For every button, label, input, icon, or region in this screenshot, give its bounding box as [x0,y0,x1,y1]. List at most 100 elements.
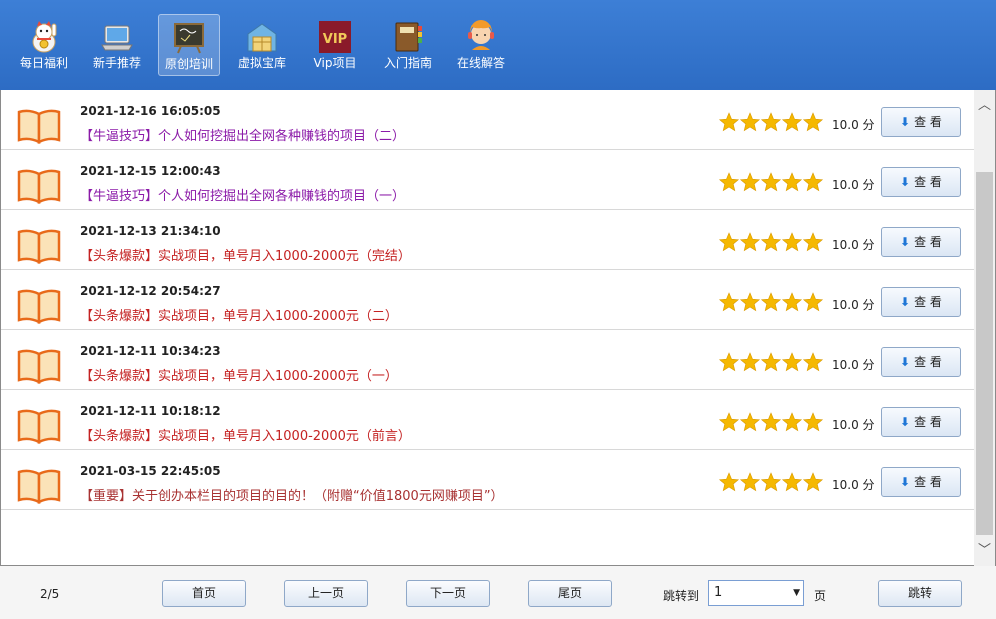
vertical-scrollbar[interactable]: ︿ ﹀ [974,90,995,566]
list-item: 2021-12-15 12:00:43 【牛逼技巧】个人如何挖掘出全网各种赚钱的项… [1,150,975,210]
view-button[interactable]: ⬇ 查 看 [881,287,961,317]
laptop-icon [101,25,133,51]
next-page-button[interactable]: 下一页 [406,580,490,607]
list-item: 2021-12-11 10:34:23 【头条爆款】实战项目，单号月入1000-2… [1,330,975,390]
view-button-label: 查 看 [914,355,942,369]
download-arrow-icon: ⬇ [900,235,911,249]
star-icon [718,472,740,492]
star-icon [739,472,761,492]
star-icon [760,472,782,492]
pagination-bar: 2/5 首页 上一页 下一页 尾页 跳转到 1 ▼ 页 跳转 [0,566,996,619]
download-arrow-icon: ⬇ [900,415,911,429]
list-item: 2021-12-11 10:18:12 【头条爆款】实战项目，单号月入1000-2… [1,390,975,450]
tool-label: 新手推荐 [92,56,141,70]
tool-online-answer[interactable]: 在线解答 [450,14,512,76]
view-button-label: 查 看 [914,415,942,429]
open-book-icon [17,289,61,324]
star-rating [718,172,824,192]
view-button-label: 查 看 [914,475,942,489]
jump-button[interactable]: 跳转 [878,580,962,607]
tool-label: 原创培训 [164,57,213,71]
item-date: 2021-12-16 16:05:05 [80,104,221,118]
tool-newbie-recommend[interactable]: 新手推荐 [86,14,148,76]
tool-virtual-treasury[interactable]: 虚拟宝库 [231,14,293,76]
item-score: 10.0 分 [832,238,875,252]
lucky-cat-icon [32,21,57,53]
view-button[interactable]: ⬇ 查 看 [881,467,961,497]
download-arrow-icon: ⬇ [900,295,911,309]
item-score: 10.0 分 [832,478,875,492]
star-rating [718,232,824,252]
star-icon [760,412,782,432]
star-icon [739,172,761,192]
article-list: 2021-12-16 16:05:05 【牛逼技巧】个人如何挖掘出全网各种赚钱的项… [0,90,996,566]
star-icon [718,112,740,132]
star-icon [781,292,803,312]
list-item: 2021-03-15 22:45:05 【重要】关于创办本栏目的项目的目的！（附赠… [1,450,975,510]
star-icon [760,232,782,252]
star-icon [739,292,761,312]
item-title[interactable]: 【牛逼技巧】个人如何挖掘出全网各种赚钱的项目（一） [80,185,405,204]
tool-label: 在线解答 [456,56,505,70]
star-rating [718,412,824,432]
view-button[interactable]: ⬇ 查 看 [881,227,961,257]
view-button-label: 查 看 [914,295,942,309]
scroll-down-icon[interactable]: ﹀ [974,541,995,561]
star-icon [760,172,782,192]
star-icon [739,112,761,132]
download-arrow-icon: ⬇ [900,115,911,129]
open-book-icon [17,469,61,504]
item-title[interactable]: 【头条爆款】实战项目，单号月入1000-2000元（前言） [80,425,411,444]
page-indicator: 2/5 [40,587,60,601]
jump-page-select[interactable]: 1 ▼ [708,580,804,606]
tool-label: 每日福利 [19,56,68,70]
tool-beginner-guide[interactable]: 入门指南 [377,14,439,76]
star-icon [802,472,824,492]
top-toolbar: 每日福利 新手推荐 原创培训 虚拟宝库 VIP Vip项目 入门指南 在线解答 [0,0,996,90]
first-page-button[interactable]: 首页 [162,580,246,607]
star-icon [760,112,782,132]
jump-to-label: 跳转到 [663,589,700,603]
prev-page-button[interactable]: 上一页 [284,580,368,607]
item-title[interactable]: 【牛逼技巧】个人如何挖掘出全网各种赚钱的项目（二） [80,125,405,144]
view-button[interactable]: ⬇ 查 看 [881,107,961,137]
view-button-label: 查 看 [914,235,942,249]
star-icon [739,232,761,252]
tool-vip-projects[interactable]: VIP Vip项目 [304,14,366,76]
tool-label: Vip项目 [313,56,357,70]
view-button-label: 查 看 [914,115,942,129]
star-icon [718,412,740,432]
open-book-icon [17,169,61,204]
star-icon [781,112,803,132]
vip-badge-text: VIP [323,32,347,47]
last-page-button[interactable]: 尾页 [528,580,612,607]
scroll-thumb[interactable] [976,172,993,535]
item-title[interactable]: 【头条爆款】实战项目，单号月入1000-2000元（二） [80,305,398,324]
page-suffix-label: 页 [814,589,827,603]
open-book-icon [17,349,61,384]
scroll-up-icon[interactable]: ︿ [974,96,995,116]
item-date: 2021-12-11 10:18:12 [80,404,221,418]
tool-daily-welfare[interactable]: 每日福利 [13,14,75,76]
item-score: 10.0 分 [832,358,875,372]
item-date: 2021-12-12 20:54:27 [80,284,221,298]
view-button[interactable]: ⬇ 查 看 [881,347,961,377]
star-icon [781,472,803,492]
view-button[interactable]: ⬇ 查 看 [881,407,961,437]
tool-original-training[interactable]: 原创培训 [158,14,220,76]
view-button[interactable]: ⬇ 查 看 [881,167,961,197]
item-title[interactable]: 【重要】关于创办本栏目的项目的目的！（附赠“价值1800元网赚项目”） [80,485,504,504]
item-title[interactable]: 【头条爆款】实战项目，单号月入1000-2000元（完结） [80,245,411,264]
item-date: 2021-12-11 10:34:23 [80,344,221,358]
vip-icon: VIP [319,21,351,53]
view-button-label: 查 看 [914,175,942,189]
star-icon [802,232,824,252]
star-rating [718,472,824,492]
star-icon [802,172,824,192]
list-item: 2021-12-12 20:54:27 【头条爆款】实战项目，单号月入1000-2… [1,270,975,330]
item-title[interactable]: 【头条爆款】实战项目，单号月入1000-2000元（一） [80,365,398,384]
dropdown-arrow-icon[interactable]: ▼ [793,581,800,605]
star-rating [718,352,824,372]
star-icon [781,412,803,432]
item-score: 10.0 分 [832,178,875,192]
